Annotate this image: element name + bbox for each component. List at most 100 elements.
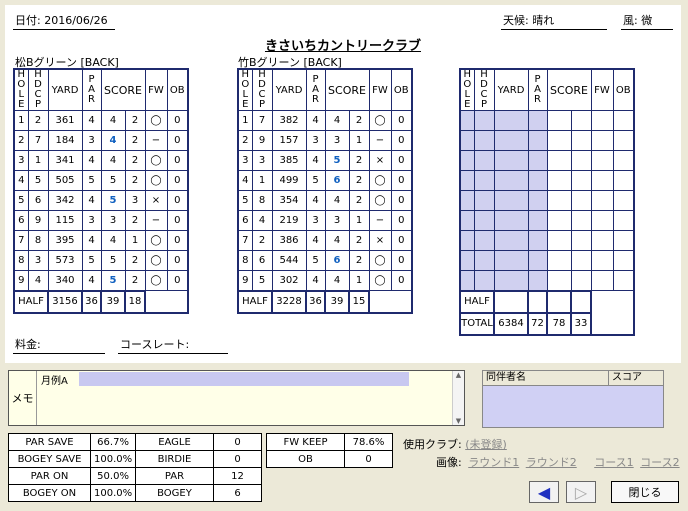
cell <box>527 190 548 211</box>
cell: ◯ <box>368 270 392 291</box>
table-row[interactable]: 2 7 184 3 4 2−0 <box>13 130 189 151</box>
cell: 7 <box>251 110 273 131</box>
prev-button[interactable]: ◀ <box>529 481 559 503</box>
cell <box>570 150 592 171</box>
image-link-round2[interactable]: ラウンド2 <box>526 456 577 469</box>
table-row[interactable] <box>459 210 635 231</box>
table-row[interactable]: 7 8 395 4 4 1 ◯ 0 <box>13 230 189 251</box>
table-row[interactable] <box>459 230 635 251</box>
table-row[interactable]: 7 2 386 4 4 2 × 0 <box>237 230 413 251</box>
scroll-up-icon[interactable]: ▲ <box>453 371 464 379</box>
cell: 3 <box>251 150 273 171</box>
table-row[interactable] <box>459 250 635 271</box>
image-link-course1[interactable]: コース1 <box>594 456 633 469</box>
next-button[interactable]: ▷ <box>566 481 596 503</box>
table-row[interactable]: 3 1 341 4 4 2 ◯ 0 <box>13 150 189 171</box>
cell: 2 <box>13 130 29 151</box>
cell: 4 <box>100 230 126 251</box>
table-row[interactable]: 4 5 505 5 5 2 ◯ 0 <box>13 170 189 191</box>
memo-label: メモ <box>9 371 37 425</box>
table-row[interactable] <box>459 170 635 191</box>
cell: 3 <box>305 210 326 231</box>
cell: ◯ <box>144 250 168 271</box>
cell <box>546 130 572 151</box>
table-row[interactable] <box>459 190 635 211</box>
companion-name-header[interactable]: 同伴者名 <box>483 371 609 385</box>
cell: × <box>144 190 168 211</box>
stats-rates: PAR SAVE 66.7% BOGEY SAVE 100.0% PAR ON 50.0%… <box>8 433 137 502</box>
cell: 0 <box>166 110 189 131</box>
club-link[interactable]: (未登録) <box>465 438 507 451</box>
stat-row: PAR ON 50.0% <box>8 467 137 485</box>
cell <box>473 270 495 291</box>
stat-row: OB 0 <box>266 450 393 468</box>
stat-label: PAR SAVE <box>8 433 91 451</box>
cell: 0 <box>390 270 413 291</box>
cell <box>546 110 572 131</box>
stat-label: OB <box>266 450 345 468</box>
scorecard-total: H O L E H D C P YARD P A R SCORE FW OB HALF TOTAL 6384 72 7… <box>459 68 635 336</box>
table-row[interactable] <box>459 110 635 131</box>
cell: − <box>368 210 392 231</box>
cell <box>459 130 475 151</box>
close-button[interactable]: 閉じる <box>611 481 679 503</box>
cell <box>473 230 495 251</box>
image-link-course2[interactable]: コース2 <box>640 456 679 469</box>
table-row[interactable]: 5 8 354 4 4 2 ◯ 0 <box>237 190 413 211</box>
cell: 0 <box>390 110 413 131</box>
fw-header: FW <box>368 68 392 111</box>
cell: 2 <box>348 110 370 131</box>
yard-header: YARD <box>47 68 83 111</box>
cell: 8 <box>251 190 273 211</box>
cell: 1 <box>348 130 370 151</box>
table-row[interactable]: 8 6 544 5 6 2 ◯ 0 <box>237 250 413 271</box>
cell <box>527 210 548 231</box>
companion-score-header[interactable]: スコア <box>609 371 663 385</box>
cell <box>570 210 592 231</box>
table-row[interactable]: 8 3 573 5 5 2 ◯ 0 <box>13 250 189 271</box>
table-row[interactable]: 3 3 385 4 5 2 × 0 <box>237 150 413 171</box>
table-row[interactable] <box>459 270 635 291</box>
table-row[interactable]: 6 4 219 3 3 1−0 <box>237 210 413 231</box>
cell <box>527 150 548 171</box>
cell: 1 <box>348 270 370 291</box>
table-row[interactable] <box>459 130 635 151</box>
table-row[interactable] <box>459 150 635 171</box>
cell: 3 <box>124 190 146 211</box>
legend-highlight <box>79 372 409 386</box>
cell: 0 <box>166 210 189 231</box>
scroll-down-icon[interactable]: ▼ <box>453 417 464 425</box>
stat-row: BIRDIE 0 <box>135 450 262 468</box>
companion-list[interactable]: 同伴者名 スコア <box>482 370 664 428</box>
cell: 5 <box>305 170 326 191</box>
memo-scrollbar[interactable]: ▲ ▼ <box>452 371 464 425</box>
cell <box>546 150 572 171</box>
half-par: 36 <box>305 289 326 314</box>
cell: 115 <box>47 210 83 231</box>
table-row[interactable]: 9 5 302 4 4 1 ◯ 0 <box>237 270 413 291</box>
cell: 4 <box>305 110 326 131</box>
table-row[interactable]: 6 9 115 3 3 2−0 <box>13 210 189 231</box>
cell <box>570 170 592 191</box>
cell: 0 <box>166 150 189 171</box>
stat-label: PAR <box>135 467 214 485</box>
cell: 342 <box>47 190 83 211</box>
cell <box>493 190 529 211</box>
image-link-round1[interactable]: ラウンド1 <box>468 456 519 469</box>
cell: 0 <box>390 210 413 231</box>
memo-box[interactable]: メモ 月例A ▲ ▼ <box>8 370 465 426</box>
cell: 4 <box>324 190 350 211</box>
cell: 2 <box>124 110 146 131</box>
table-row[interactable]: 4 1 499 5 6 2 ◯ 0 <box>237 170 413 191</box>
cell: 361 <box>47 110 83 131</box>
cell <box>459 250 475 271</box>
cell <box>459 210 475 231</box>
table-row[interactable]: 1 2 361 4 4 2 ◯ 0 <box>13 110 189 131</box>
cell <box>527 130 548 151</box>
table-row[interactable]: 5 6 342 4 5 3 × 0 <box>13 190 189 211</box>
table-row[interactable]: 9 4 340 4 5 2 ◯ 0 <box>13 270 189 291</box>
stat-row: PAR SAVE 66.7% <box>8 433 137 451</box>
table-row[interactable]: 2 9 157 3 3 1−0 <box>237 130 413 151</box>
table-row[interactable]: 1 7 382 4 4 2 ◯ 0 <box>237 110 413 131</box>
cell <box>493 110 529 131</box>
